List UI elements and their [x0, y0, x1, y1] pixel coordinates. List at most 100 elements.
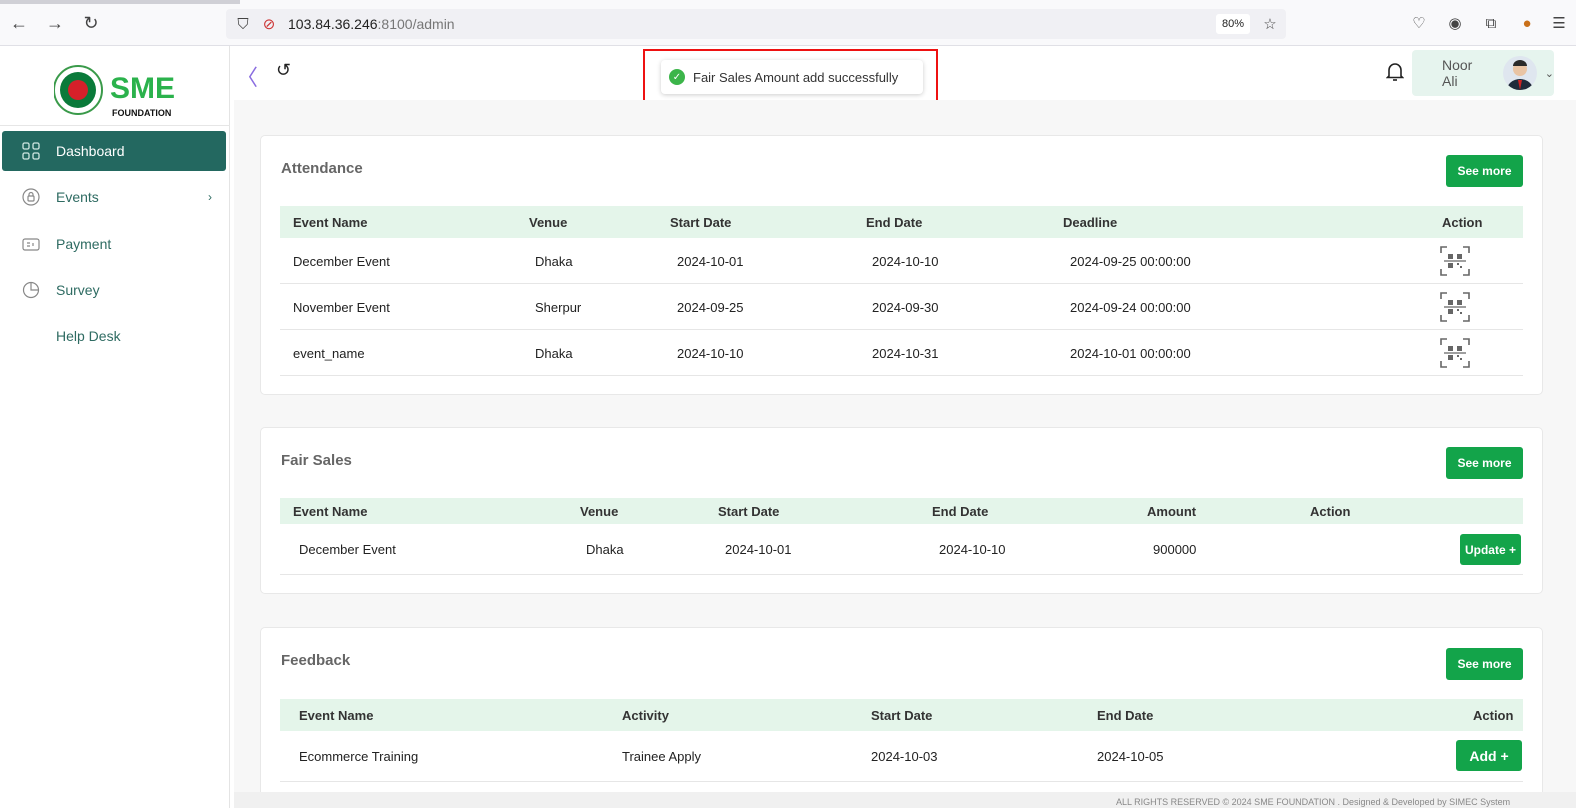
sidebar: SME FOUNDATION Dashboard Events › Paymen…	[0, 46, 230, 808]
column-header: Activity	[622, 708, 669, 723]
sidebar-item-label: Dashboard	[56, 143, 125, 159]
add-button[interactable]: Add +	[1456, 740, 1522, 771]
feedback-see-more-button[interactable]: See more	[1446, 648, 1523, 680]
column-header: Event Name	[293, 504, 368, 519]
table-row: December Event Dhaka 2024-10-01 2024-10-…	[280, 238, 1523, 284]
menu-icon[interactable]: ☰	[1550, 14, 1568, 32]
address-bar[interactable]: ⛉ ⊘ 103.84.36.246:8100/admin 80% ☆	[226, 9, 1286, 39]
check-circle-icon: ✓	[669, 69, 685, 85]
column-header: Event Name	[293, 215, 368, 230]
shield-icon: ⛉	[237, 15, 249, 33]
column-header: Action	[1473, 708, 1514, 723]
browser-forward-icon[interactable]: →	[44, 12, 66, 34]
user-name: Noor Ali	[1442, 57, 1473, 89]
collapse-sidebar-icon[interactable]: 〈	[236, 60, 258, 92]
venue-cell: Sherpur	[535, 300, 582, 315]
deadline-cell: 2024-09-24 00:00:00	[1070, 300, 1191, 315]
card-title: Feedback	[281, 652, 351, 669]
sidebar-item-events[interactable]: Events ›	[2, 177, 226, 217]
table-row: December Event Dhaka 2024-10-01 2024-10-…	[280, 524, 1523, 575]
sidebar-item-survey[interactable]: Survey	[2, 270, 226, 310]
sidebar-item-label: Payment	[56, 236, 112, 252]
sidebar-item-label: Help Desk	[56, 328, 121, 344]
notification-bell-icon[interactable]	[1385, 62, 1405, 87]
column-header: Venue	[580, 504, 619, 519]
column-header: Amount	[1147, 504, 1197, 519]
table-row: event_name Dhaka 2024-10-10 2024-10-31 2…	[280, 330, 1523, 376]
deadline-cell: 2024-09-25 00:00:00	[1070, 254, 1191, 269]
sme-foundation-logo[interactable]: SME FOUNDATION	[53, 60, 178, 120]
card-title: Attendance	[281, 160, 363, 177]
card-icon	[20, 233, 42, 255]
table-header: Event Name Venue Start Date End Date Amo…	[280, 498, 1523, 524]
zoom-badge[interactable]: 80%	[1216, 14, 1250, 34]
footer-copyright: ALL RIGHTS RESERVED © 2024 SME FOUNDATIO…	[1116, 797, 1511, 807]
toast-message: Fair Sales Amount add successfully	[693, 69, 899, 85]
browser-back-icon[interactable]: ←	[8, 12, 30, 34]
column-header: Action	[1442, 215, 1483, 230]
qr-code-icon[interactable]	[1440, 292, 1470, 322]
extensions-icon[interactable]: ⧉	[1482, 14, 1500, 32]
avatar	[1502, 56, 1537, 90]
sidebar-item-help-desk[interactable]: Help Desk	[2, 316, 226, 356]
end-date-cell: 2024-10-10	[872, 254, 939, 269]
start-date-cell: 2024-10-03	[871, 749, 938, 764]
bookmark-star-icon[interactable]: ☆	[1261, 15, 1279, 33]
sidebar-item-label: Events	[56, 189, 99, 205]
event-name-cell: November Event	[293, 300, 390, 315]
end-date-cell: 2024-10-05	[1097, 749, 1164, 764]
end-date-cell: 2024-09-30	[872, 300, 939, 315]
extension-badge-icon[interactable]: ●	[1518, 14, 1536, 32]
success-toast: ✓ Fair Sales Amount add successfully	[661, 60, 923, 94]
browser-toolbar: ← → ↻ ⛉ ⊘ 103.84.36.246:8100/admin 80% ☆…	[0, 0, 1576, 46]
venue-cell: Dhaka	[535, 346, 573, 361]
qr-code-icon[interactable]	[1440, 246, 1470, 276]
fair-sales-see-more-button[interactable]: See more	[1446, 447, 1523, 479]
user-menu[interactable]: Noor Ali ⌄	[1412, 50, 1554, 96]
undo-back-icon[interactable]: ↺	[276, 60, 291, 81]
svg-text:FOUNDATION: FOUNDATION	[112, 108, 171, 118]
sidebar-divider	[0, 125, 230, 126]
event-name-cell: December Event	[299, 542, 396, 557]
end-date-cell: 2024-10-10	[939, 542, 1006, 557]
sidebar-item-payment[interactable]: Payment	[2, 224, 226, 264]
event-name-cell: Ecommerce Training	[299, 749, 419, 764]
event-name-cell: event_name	[293, 346, 365, 361]
column-header: Venue	[529, 215, 568, 230]
pocket-icon[interactable]: ♡	[1410, 14, 1428, 32]
column-header: End Date	[866, 215, 923, 230]
deadline-cell: 2024-10-01 00:00:00	[1070, 346, 1191, 361]
table-row: November Event Sherpur 2024-09-25 2024-0…	[280, 284, 1523, 330]
column-header: End Date	[1097, 708, 1154, 723]
qr-code-icon[interactable]	[1440, 338, 1470, 368]
table-header: Event Name Activity Start Date End Date …	[280, 699, 1523, 731]
account-icon[interactable]: ◉	[1446, 14, 1464, 32]
feedback-card: Feedback See more Event Name Activity St…	[260, 627, 1543, 792]
table-row: Ecommerce Training Trainee Apply 2024-10…	[280, 731, 1523, 782]
venue-cell: Dhaka	[535, 254, 573, 269]
attendance-card: Attendance See more Event Name Venue Sta…	[260, 135, 1543, 395]
activity-cell: Trainee Apply	[622, 749, 702, 764]
amount-cell: 900000	[1153, 542, 1197, 557]
card-title: Fair Sales	[281, 452, 352, 469]
chevron-right-icon: ›	[208, 190, 212, 204]
start-date-cell: 2024-10-01	[677, 254, 744, 269]
update-button[interactable]: Update +	[1460, 534, 1521, 565]
table-header: Event Name Venue Start Date End Date Dea…	[280, 206, 1523, 238]
column-header: Start Date	[871, 708, 933, 723]
attendance-see-more-button[interactable]: See more	[1446, 155, 1523, 187]
column-header: Deadline	[1063, 215, 1118, 230]
end-date-cell: 2024-10-31	[872, 346, 939, 361]
column-header: Start Date	[670, 215, 732, 230]
sidebar-item-dashboard[interactable]: Dashboard	[2, 131, 226, 171]
event-name-cell: December Event	[293, 254, 390, 269]
toast-highlight-box: ✓ Fair Sales Amount add successfully	[643, 49, 938, 104]
svg-text:SME: SME	[110, 72, 175, 105]
venue-cell: Dhaka	[586, 542, 624, 557]
browser-reload-icon[interactable]: ↻	[80, 12, 102, 34]
column-header: End Date	[932, 504, 989, 519]
grid-icon	[20, 140, 42, 162]
top-header: 〈 ↺ ✓ Fair Sales Amount add successfully…	[230, 46, 1576, 104]
start-date-cell: 2024-10-10	[677, 346, 744, 361]
insecure-lock-icon: ⊘	[262, 16, 276, 33]
